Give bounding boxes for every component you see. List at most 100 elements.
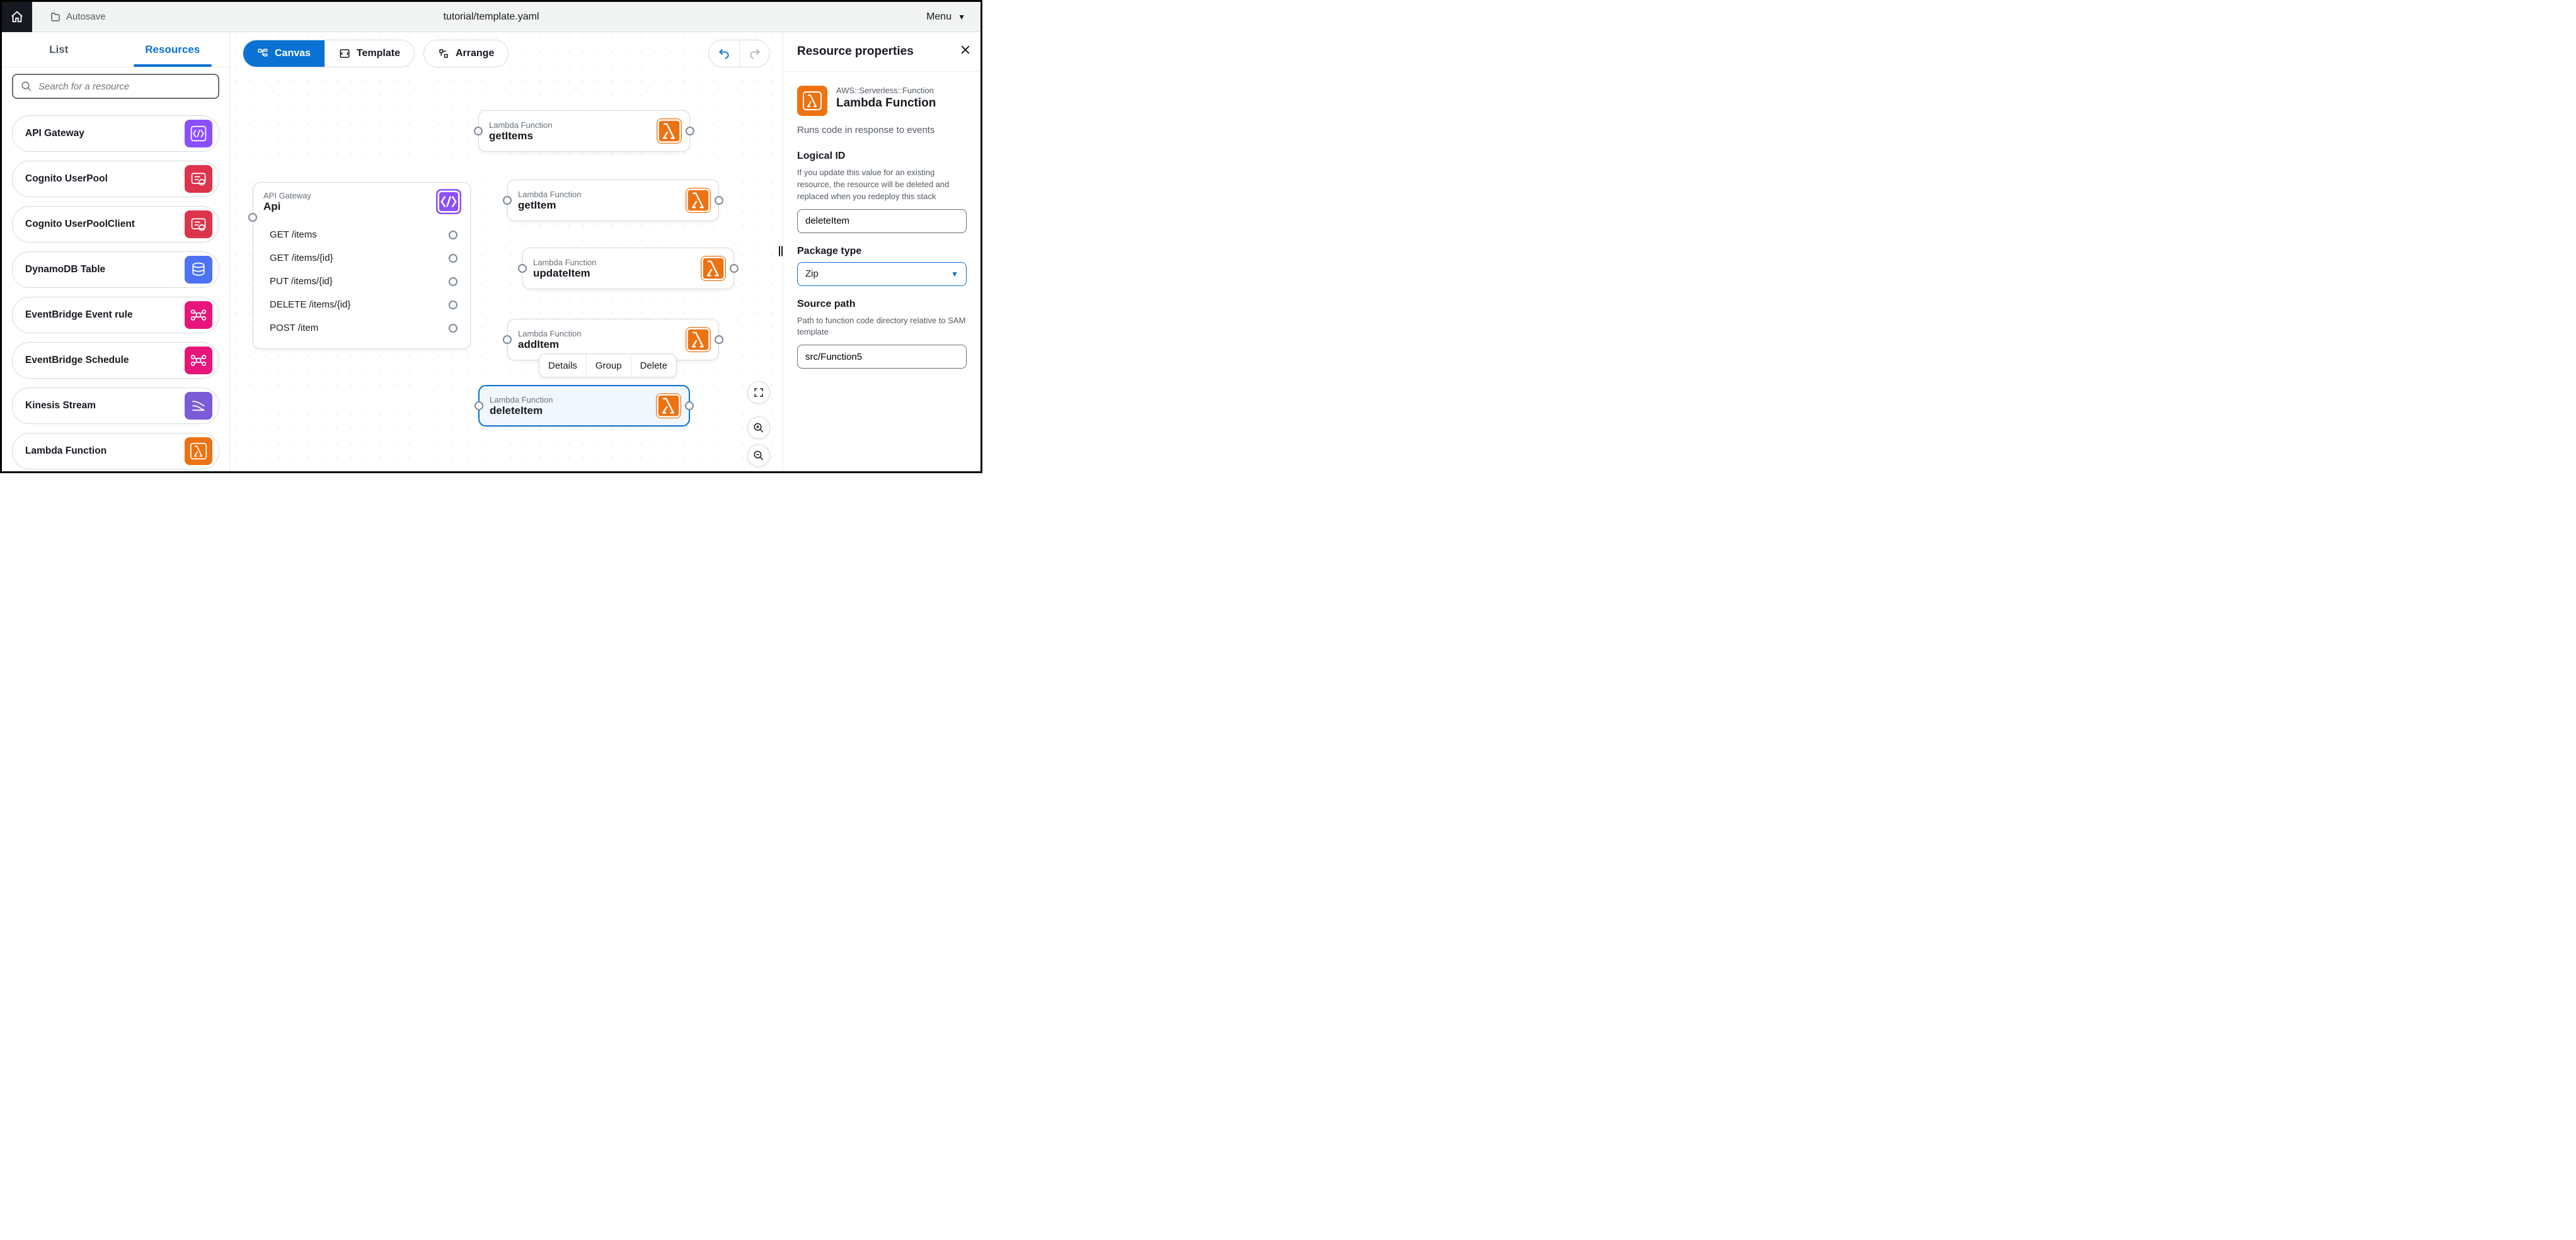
- resource-label: Kinesis Stream: [25, 400, 96, 411]
- node-lambda[interactable]: Lambda FunctionupdateItem: [522, 248, 734, 289]
- zoom-in-button[interactable]: [747, 416, 770, 439]
- resource-item[interactable]: Lambda Function: [12, 433, 219, 469]
- resource-summary: AWS::Serverless::Function Lambda Functio…: [783, 72, 980, 125]
- fit-view-button[interactable]: [747, 381, 770, 404]
- canvas[interactable]: Canvas Template Arrange: [230, 32, 783, 471]
- node-type: Lambda Function: [533, 258, 596, 267]
- node-port[interactable]: [449, 277, 457, 286]
- topbar: Autosave tutorial/template.yaml Menu ▼: [2, 2, 980, 32]
- lambda-icon: [797, 86, 827, 116]
- template-tab[interactable]: Template: [325, 40, 414, 67]
- logical-id-input[interactable]: [797, 209, 967, 233]
- arrange-label: Arrange: [456, 48, 494, 59]
- drag-handle-icon: [778, 244, 784, 257]
- route-label: GET /items: [270, 229, 317, 240]
- resource-item[interactable]: API Gateway: [12, 115, 219, 152]
- api-route[interactable]: GET /items/{id}: [261, 246, 463, 270]
- node-api-gateway[interactable]: API Gateway Api GET /items GET /items/{i…: [253, 182, 471, 349]
- context-details[interactable]: Details: [539, 354, 586, 377]
- cognito-icon: [185, 165, 212, 193]
- node-port[interactable]: [503, 196, 512, 205]
- node-port[interactable]: [518, 264, 527, 273]
- node-name: addItem: [518, 338, 581, 351]
- node-port[interactable]: [449, 231, 457, 239]
- canvas-toolbar: Canvas Template Arrange: [243, 40, 509, 67]
- field-source-path: Source path Path to function code direct…: [783, 299, 980, 382]
- api-route[interactable]: GET /items: [261, 223, 463, 246]
- field-help: If you update this value for an existing…: [797, 167, 967, 203]
- package-type-select[interactable]: Zip ▼: [797, 262, 967, 286]
- search-input-wrap[interactable]: [12, 74, 219, 99]
- resource-item[interactable]: DynamoDB Table: [12, 251, 219, 288]
- node-context-menu: Details Group Delete: [539, 353, 677, 377]
- node-lambda[interactable]: Lambda FunctiongetItem: [507, 180, 719, 221]
- cfn-type: AWS::Serverless::Function: [836, 86, 936, 95]
- tab-resources[interactable]: Resources: [116, 32, 230, 67]
- resource-label: DynamoDB Table: [25, 264, 105, 275]
- menu-label: Menu: [926, 11, 952, 23]
- node-port[interactable]: [715, 335, 723, 344]
- resource-item[interactable]: Kinesis Stream: [12, 388, 219, 424]
- tab-list[interactable]: List: [2, 32, 116, 67]
- node-lambda-selected[interactable]: Lambda FunctiondeleteItem: [478, 385, 690, 427]
- api-gateway-icon: [436, 189, 461, 214]
- api-route[interactable]: DELETE /items/{id}: [261, 293, 463, 316]
- redo-button[interactable]: [739, 40, 769, 67]
- close-button[interactable]: [959, 43, 972, 60]
- resource-item[interactable]: Cognito UserPool: [12, 161, 219, 197]
- undo-button[interactable]: [709, 40, 739, 67]
- node-port[interactable]: [503, 335, 512, 344]
- undo-icon: [718, 47, 730, 60]
- canvas-tab[interactable]: Canvas: [243, 40, 325, 67]
- lambda-icon: [701, 256, 726, 281]
- lambda-icon: [185, 437, 212, 465]
- field-label: Logical ID: [797, 151, 967, 162]
- node-port[interactable]: [248, 213, 257, 222]
- api-route[interactable]: POST /item: [261, 316, 463, 340]
- node-name: getItems: [489, 130, 552, 142]
- node-port[interactable]: [715, 196, 723, 205]
- resource-item[interactable]: EventBridge Event rule: [12, 297, 219, 333]
- home-button[interactable]: [2, 2, 32, 32]
- menu-button[interactable]: Menu ▼: [926, 11, 965, 23]
- lambda-icon: [656, 393, 681, 418]
- document-title: tutorial/template.yaml: [443, 11, 539, 23]
- node-port[interactable]: [730, 264, 739, 273]
- autosave-label: Autosave: [66, 11, 106, 22]
- template-icon: [339, 48, 350, 59]
- node-lambda[interactable]: Lambda FunctiongetItems: [478, 110, 690, 152]
- panel-resize-handle[interactable]: [778, 244, 784, 259]
- node-port[interactable]: [449, 254, 457, 263]
- node-port[interactable]: [449, 324, 457, 333]
- resource-item[interactable]: EventBridge Schedule: [12, 342, 219, 379]
- search-icon: [21, 81, 32, 92]
- home-icon: [10, 10, 24, 24]
- kinesis-icon: [185, 392, 212, 420]
- node-port[interactable]: [449, 301, 457, 309]
- context-group[interactable]: Group: [586, 354, 631, 377]
- node-type: Lambda Function: [518, 190, 581, 199]
- node-port[interactable]: [685, 401, 694, 410]
- field-logical-id: Logical ID If you update this value for …: [783, 151, 980, 246]
- field-help: Path to function code directory relative…: [797, 315, 967, 339]
- close-icon: [959, 43, 972, 56]
- source-path-input[interactable]: [797, 345, 967, 369]
- node-type: API Gateway: [263, 191, 311, 200]
- resource-item[interactable]: Cognito UserPoolClient: [12, 206, 219, 243]
- node-port[interactable]: [474, 401, 483, 410]
- properties-panel: Resource properties AWS::Serverless::Fun…: [783, 32, 980, 471]
- arrange-button[interactable]: Arrange: [424, 40, 508, 67]
- properties-title: Resource properties: [797, 45, 914, 58]
- redo-icon: [749, 47, 761, 60]
- context-delete[interactable]: Delete: [631, 354, 676, 377]
- route-label: POST /item: [270, 323, 318, 333]
- node-port[interactable]: [686, 127, 694, 135]
- node-type: Lambda Function: [490, 395, 553, 405]
- api-routes: GET /items GET /items/{id} PUT /items/{i…: [253, 221, 470, 348]
- field-label: Source path: [797, 299, 967, 310]
- node-port[interactable]: [474, 127, 483, 135]
- search-input[interactable]: [38, 81, 210, 92]
- zoom-out-button[interactable]: [747, 444, 770, 467]
- api-route[interactable]: PUT /items/{id}: [261, 270, 463, 293]
- resource-label: API Gateway: [25, 128, 84, 139]
